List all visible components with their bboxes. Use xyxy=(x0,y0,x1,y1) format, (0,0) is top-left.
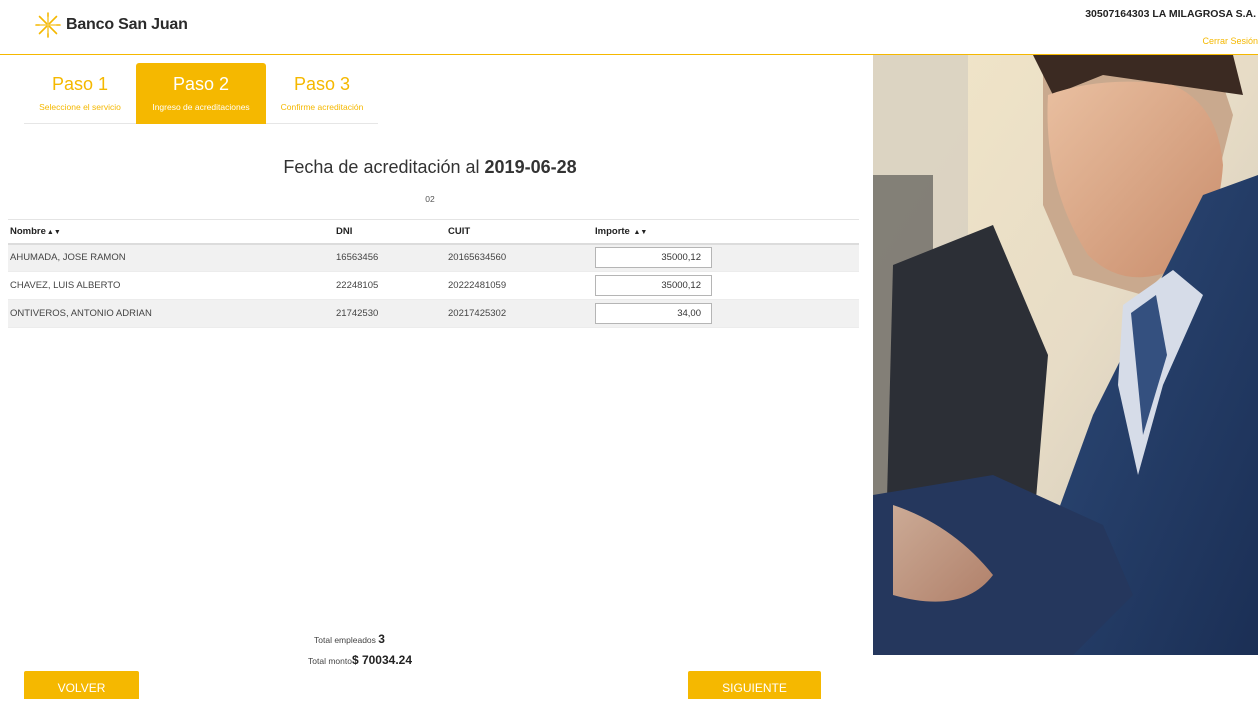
step-1[interactable]: Paso 1 Seleccione el servicio xyxy=(24,63,136,124)
step-subtitle: Seleccione el servicio xyxy=(39,102,121,112)
date-subtext: 02 xyxy=(425,194,435,204)
sort-icon[interactable]: ▲▼ xyxy=(47,229,61,236)
user-account-label: 30507164303 LA MILAGROSA S.A. xyxy=(1085,8,1256,20)
cell-cuit: 20217425302 xyxy=(446,299,593,328)
table-row: AHUMADA, JOSE RAMON 16563456 20165634560 xyxy=(8,243,859,272)
employees-table: Nombre▲▼ DNI CUIT Importe ▲▼ AHUMADA, JO… xyxy=(8,219,859,328)
header-cuit: CUIT xyxy=(446,219,593,245)
wizard-steps: Paso 1 Seleccione el servicio Paso 2 Ing… xyxy=(24,63,378,124)
logout-link[interactable]: Cerrar Sesión xyxy=(1202,36,1258,46)
cell-nombre: ONTIVEROS, ANTONIO ADRIAN xyxy=(8,299,334,328)
sun-star-icon xyxy=(35,12,61,38)
total-amount-label: Total monto xyxy=(308,656,352,666)
total-employees: Total empleados 3 xyxy=(314,632,484,646)
sort-icon[interactable]: ▲▼ xyxy=(633,229,647,236)
businessman-image xyxy=(873,55,1258,655)
bank-logo[interactable]: Banco San Juan xyxy=(34,11,188,39)
header-cuit-label: CUIT xyxy=(448,225,471,237)
step-subtitle: Ingreso de acreditaciones xyxy=(152,102,250,112)
total-employees-label: Total empleados xyxy=(314,635,376,645)
header-nombre[interactable]: Nombre▲▼ xyxy=(8,219,334,245)
total-amount: Total monto$ 70034.24 xyxy=(308,653,478,667)
step-title: Paso 1 xyxy=(51,74,109,94)
cell-dni: 16563456 xyxy=(334,243,446,272)
cell-dni: 22248105 xyxy=(334,271,446,300)
header-importe-label: Importe xyxy=(595,225,630,237)
cell-importe xyxy=(593,243,859,272)
cell-cuit: 20165634560 xyxy=(446,243,593,272)
step-subtitle: Confirme acreditación xyxy=(280,102,364,112)
table-row: CHAVEZ, LUIS ALBERTO 22248105 2022248105… xyxy=(8,271,859,300)
date-label: Fecha de acreditación al xyxy=(283,157,480,177)
cell-nombre: CHAVEZ, LUIS ALBERTO xyxy=(8,271,334,300)
importe-input[interactable] xyxy=(595,247,712,269)
back-button[interactable]: VOLVER xyxy=(24,671,139,699)
accreditation-date-heading: Fecha de acreditación al 2019-06-28 xyxy=(0,157,860,178)
header-dni-label: DNI xyxy=(336,225,353,237)
step-title: Paso 2 xyxy=(172,74,230,94)
table-row: ONTIVEROS, ANTONIO ADRIAN 21742530 20217… xyxy=(8,299,859,328)
total-amount-value: $ 70034.24 xyxy=(351,653,413,667)
next-button[interactable]: SIGUIENTE xyxy=(688,671,821,699)
total-employees-value: 3 xyxy=(378,632,385,646)
cell-dni: 21742530 xyxy=(334,299,446,328)
cell-importe xyxy=(593,299,859,328)
header-dni: DNI xyxy=(334,219,446,245)
date-value: 2019-06-28 xyxy=(484,157,577,177)
step-3[interactable]: Paso 3 Confirme acreditación xyxy=(266,63,378,124)
cell-cuit: 20222481059 xyxy=(446,271,593,300)
header-nombre-label: Nombre xyxy=(10,225,46,237)
businessman-photo xyxy=(873,55,1258,655)
importe-input[interactable] xyxy=(595,303,712,324)
cell-importe xyxy=(593,271,859,300)
importe-input[interactable] xyxy=(595,275,712,296)
header: Banco San Juan 30507164303 LA MILAGROSA … xyxy=(0,0,1258,55)
step-2-active[interactable]: Paso 2 Ingreso de acreditaciones xyxy=(136,63,266,124)
table-header-row: Nombre▲▼ DNI CUIT Importe ▲▼ xyxy=(8,219,859,245)
step-title: Paso 3 xyxy=(293,74,351,94)
bank-name: Banco San Juan xyxy=(66,16,188,33)
cell-nombre: AHUMADA, JOSE RAMON xyxy=(8,243,334,272)
header-importe[interactable]: Importe ▲▼ xyxy=(593,219,859,245)
